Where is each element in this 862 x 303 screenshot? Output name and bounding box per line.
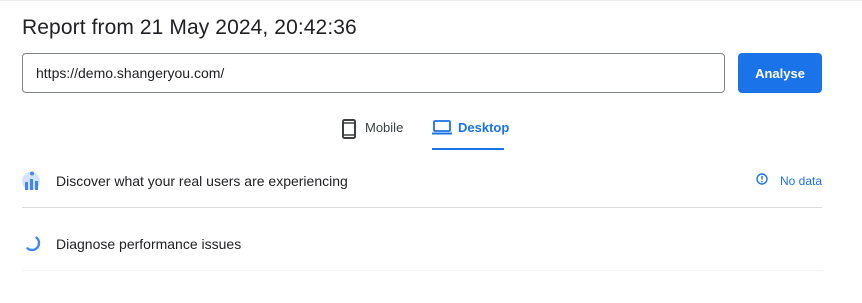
diagnose-section[interactable]: Diagnose performance issues — [22, 228, 822, 271]
no-data-label: No data — [779, 174, 822, 188]
tab-mobile[interactable]: Mobile — [342, 112, 408, 150]
url-input[interactable] — [22, 53, 725, 93]
report-page: Report from 21 May 2024, 20:42:36 Analys… — [0, 0, 862, 303]
crux-users-icon — [22, 170, 42, 197]
field-data-title: Discover what your real users are experi… — [56, 173, 348, 189]
diagnose-title: Diagnose performance issues — [56, 236, 242, 252]
tab-desktop-label: Desktop — [458, 120, 510, 135]
report-title: Report from 21 May 2024, 20:42:36 — [22, 16, 357, 39]
analyse-button[interactable]: Analyse — [738, 53, 822, 93]
top-divider — [0, 0, 862, 1]
tab-desktop[interactable]: Desktop — [432, 112, 509, 150]
laptop-icon — [432, 119, 452, 135]
info-icon — [756, 172, 768, 190]
tab-mobile-label: Mobile — [365, 120, 404, 135]
field-data-section[interactable]: Discover what your real users are experi… — [22, 165, 822, 208]
no-data-status[interactable]: No data — [756, 172, 822, 190]
mobile-phone-icon — [342, 119, 356, 139]
loading-spinner-icon — [22, 233, 42, 258]
